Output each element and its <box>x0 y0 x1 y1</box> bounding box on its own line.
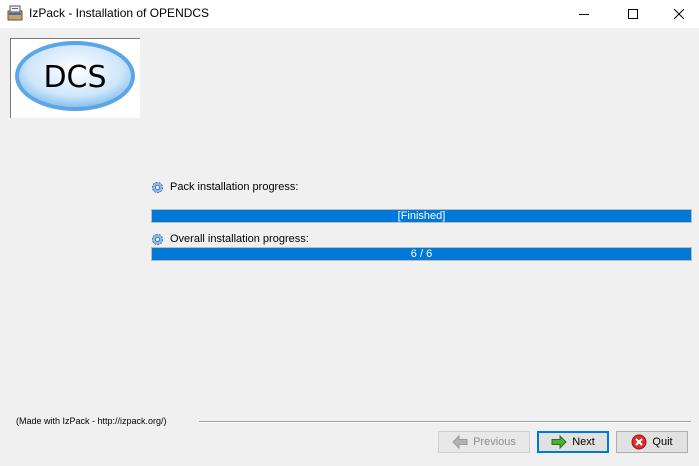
minimize-icon <box>579 14 589 15</box>
next-button[interactable]: Next <box>537 431 609 453</box>
stop-icon <box>631 434 647 450</box>
pack-progress-label: Pack installation progress: <box>170 181 299 193</box>
window-title: IzPack - Installation of OPENDCS <box>29 6 210 20</box>
logo-text: DCS <box>43 60 106 95</box>
pack-progress-label-row: Pack installation progress: <box>151 180 298 194</box>
title-bar: IzPack - Installation of OPENDCS <box>0 0 699 28</box>
pack-progress-text: [Finished] <box>397 210 446 222</box>
gear-icon <box>151 233 164 245</box>
dcs-logo: DCS <box>15 41 135 111</box>
logo-panel: DCS <box>10 38 140 118</box>
previous-button-label: Previous <box>473 436 516 448</box>
quit-button[interactable]: Quit <box>616 431 688 453</box>
overall-progress-bar: 6 / 6 <box>151 247 692 261</box>
izpack-app-icon <box>7 5 23 21</box>
next-button-label: Next <box>572 436 595 448</box>
minimize-button[interactable] <box>561 0 607 28</box>
arrow-left-icon <box>452 435 468 449</box>
close-button[interactable] <box>656 0 699 28</box>
previous-button[interactable]: Previous <box>438 431 530 453</box>
maximize-button[interactable] <box>610 0 656 28</box>
overall-progress-text: 6 / 6 <box>410 248 433 260</box>
overall-progress-label-row: Overall installation progress: <box>151 232 309 246</box>
maximize-icon <box>628 9 638 19</box>
footer-separator <box>199 421 691 423</box>
quit-button-label: Quit <box>652 436 673 448</box>
arrow-right-icon <box>551 435 567 449</box>
close-icon <box>674 9 684 19</box>
pack-progress-bar: [Finished] <box>151 209 692 223</box>
izpack-credit: (Made with IzPack - http://izpack.org/) <box>16 416 167 426</box>
overall-progress-label: Overall installation progress: <box>170 233 309 245</box>
gear-icon <box>151 181 164 193</box>
